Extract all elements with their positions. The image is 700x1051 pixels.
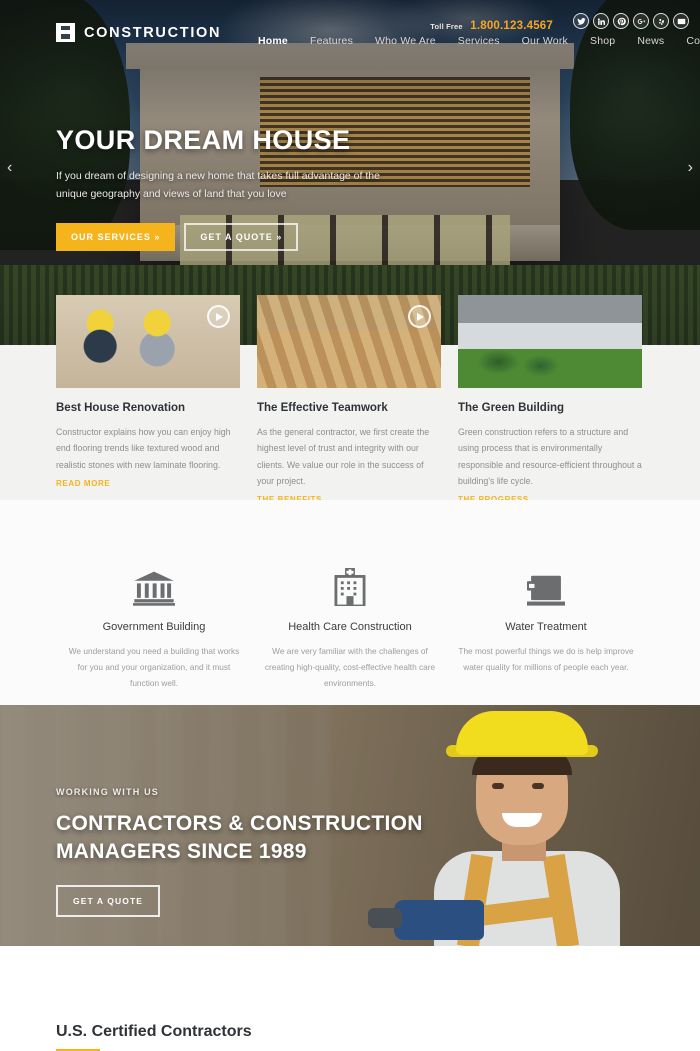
worker-eye-right [532,783,544,789]
site-logo[interactable]: CONSTRUCTION [56,23,221,42]
feature-cards-section: Best House Renovation Constructor explai… [0,295,700,504]
our-services-button[interactable]: OUR SERVICES » [56,222,176,251]
main-navigation: Home Features Who We Are Services Our Wo… [258,35,700,47]
service-body: We understand you need a building that w… [68,646,240,688]
card-title: Best House Renovation [56,402,186,414]
nav-item-features[interactable]: Features [310,35,353,47]
nav-item-shop[interactable]: Shop [590,35,615,47]
two-construction-workers-photo[interactable] [56,295,240,388]
service-body: The most powerful things we do is help i… [458,646,634,672]
hospital-building-icon [252,562,448,606]
toll-free-label: Toll Free [430,22,463,31]
card-body: As the general contractor, we first crea… [257,427,430,486]
nav-item-home[interactable]: Home [258,35,288,47]
cta-title-line-1: CONTRACTORS & CONSTRUCTION [56,812,423,835]
feature-card: The Green Building Green construction re… [458,295,642,507]
slider-prev-arrow-icon[interactable]: ‹ [7,160,12,176]
hero-section: CONSTRUCTION Toll Free 1.800.123.4567 Ho… [0,0,700,345]
framing-crew-raising-wall-photo[interactable] [257,295,441,388]
service-title: Government Building [102,621,206,633]
service-body: We are very familiar with the challenges… [264,646,436,688]
hero-subtitle: If you dream of designing a new home tha… [56,170,380,201]
suburban-house-exterior-photo[interactable] [458,295,642,388]
service-title: Water Treatment [505,621,587,633]
construction-bracket-logo-icon [56,23,75,42]
cta-copy: WORKING WITH US CONTRACTORS & CONSTRUCTI… [56,787,423,918]
card-link-read-more[interactable]: READ MORE [56,479,110,488]
hero-copy: YOUR DREAM HOUSE If you dream of designi… [56,125,386,251]
worker-eye-left [492,783,504,789]
slider-next-arrow-icon[interactable]: › [688,160,693,176]
linkedin-icon[interactable] [593,13,609,29]
card-title: The Effective Teamwork [257,402,388,414]
hero-title: YOUR DREAM HOUSE [56,125,351,155]
top-bar: CONSTRUCTION Toll Free 1.800.123.4567 Ho… [0,0,700,58]
nav-item-services[interactable]: Services [458,35,500,47]
feature-card: Best House Renovation Constructor explai… [56,295,240,507]
twitter-icon[interactable] [573,13,589,29]
worker-yellow-helmet [456,711,588,755]
card-body: Constructor explains how you can enjoy h… [56,427,231,470]
play-icon[interactable] [408,305,431,328]
hero-buttons: OUR SERVICES » GET A QUOTE » [56,222,386,251]
get-a-quote-button[interactable]: GET A QUOTE » [184,222,299,251]
feature-card: The Effective Teamwork As the general co… [257,295,441,507]
toll-free-block: Toll Free 1.800.123.4567 [430,16,553,34]
services-list: Government Building We understand you ne… [56,562,644,691]
smiling-worker-with-drill-photo [368,705,648,946]
nav-item-our-work[interactable]: Our Work [522,35,568,47]
toll-free-number[interactable]: 1.800.123.4567 [470,20,553,32]
service-item-government-building: Government Building We understand you ne… [56,562,252,691]
section-title: U.S. Certified Contractors [56,1023,252,1040]
cta-title-line-2: MANAGERS SINCE 1989 [56,839,307,863]
play-icon[interactable] [207,305,230,328]
cta-section: WORKING WITH US CONTRACTORS & CONSTRUCTI… [0,705,700,946]
service-title: Health Care Construction [288,621,412,633]
card-body: Green construction refers to a structure… [458,427,642,486]
nav-item-news[interactable]: News [637,35,664,47]
yelp-icon[interactable] [653,13,669,29]
social-links [573,13,689,29]
water-jug-icon [448,562,644,606]
cta-get-a-quote-button[interactable]: GET A QUOTE [56,885,161,918]
government-building-icon [56,562,252,606]
certified-contractors-section: U.S. Certified Contractors Government Bu… [0,500,700,1051]
cta-kicker: WORKING WITH US [56,787,159,797]
service-item-health-care: Health Care Construction We are very fam… [252,562,448,691]
cta-title: CONTRACTORS & CONSTRUCTION MANAGERS SINC… [56,810,423,865]
nav-item-contact-us[interactable]: Contact Us [686,35,700,47]
nav-item-who-we-are[interactable]: Who We Are [375,35,436,47]
service-item-water-treatment: Water Treatment The most powerful things… [448,562,644,691]
card-title: The Green Building [458,402,565,414]
pinterest-icon[interactable] [613,13,629,29]
email-icon[interactable] [673,13,689,29]
feature-cards: Best House Renovation Constructor explai… [56,295,644,507]
logo-text: CONSTRUCTION [84,24,222,41]
google-plus-icon[interactable] [633,13,649,29]
